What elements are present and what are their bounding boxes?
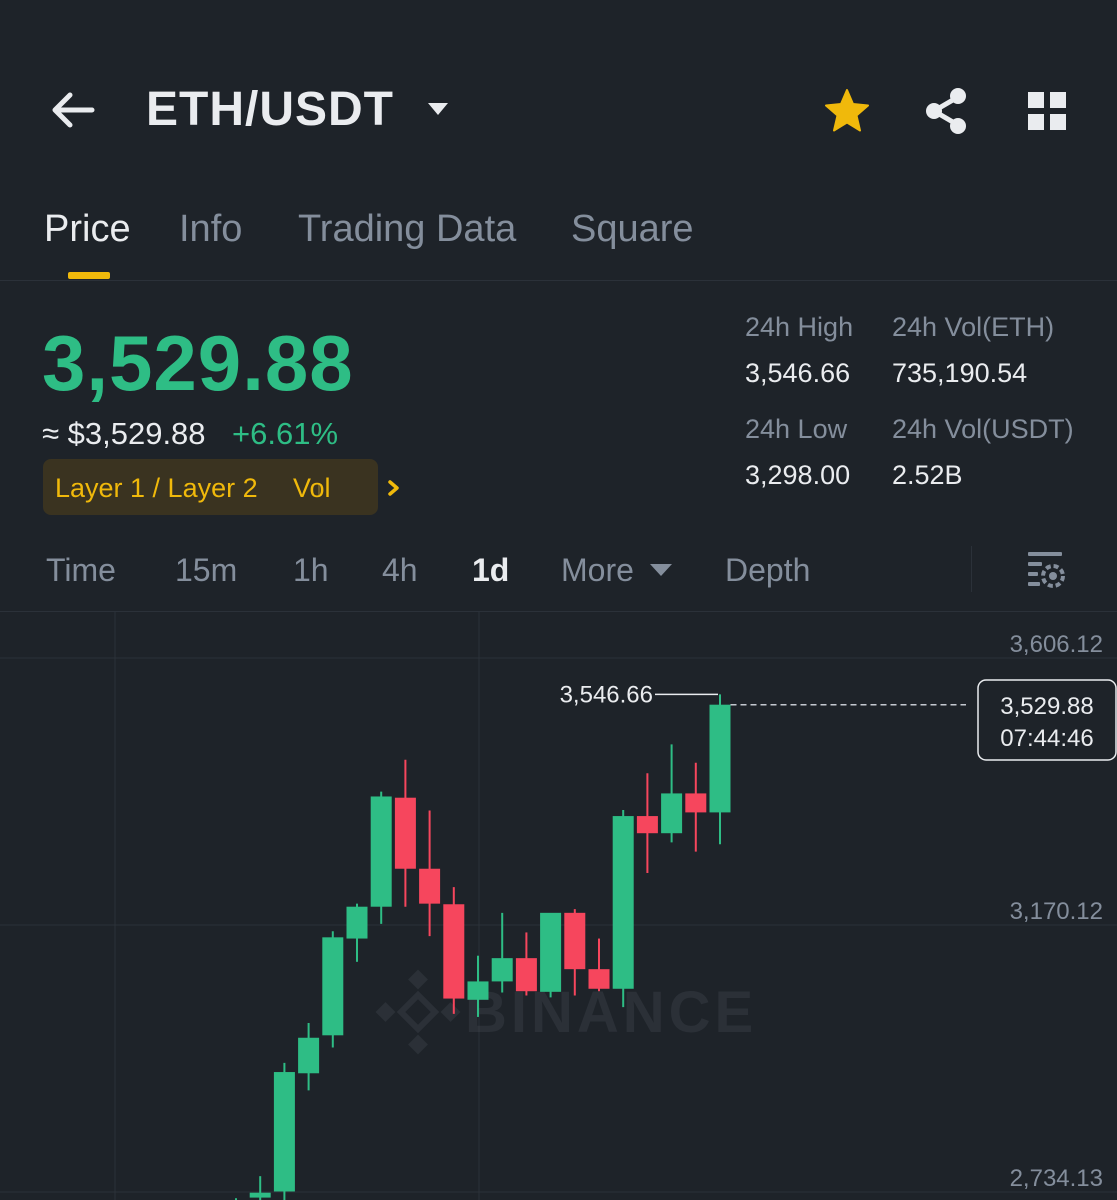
candle	[443, 887, 465, 1014]
last-price-box[interactable]: 3,529.88 07:44:46	[977, 679, 1117, 761]
candle	[346, 903, 368, 962]
candle-countdown: 07:44:46	[1000, 725, 1093, 752]
candle	[612, 809, 634, 1008]
interval-1h[interactable]: 1h	[293, 550, 329, 590]
more-caret-down-icon[interactable]	[649, 562, 673, 578]
last-price: 3,529.88	[42, 319, 354, 407]
candle-body	[564, 912, 586, 970]
candle-body	[685, 793, 707, 813]
share-icon[interactable]	[922, 86, 970, 136]
interval-more[interactable]: More	[561, 550, 634, 590]
tab-trading-data[interactable]: Trading Data	[298, 206, 516, 252]
tabs-divider	[0, 280, 1117, 281]
stat-24h-low-label: 24h Low	[745, 414, 848, 444]
candle-body	[467, 981, 489, 1000]
chart-settings-icon[interactable]	[1024, 549, 1068, 589]
candle-body	[346, 906, 368, 939]
candle-body	[709, 704, 731, 813]
interval-bar-separator	[971, 546, 972, 592]
stat-24h-vol-usdt-value: 2.52B	[892, 460, 963, 490]
candle	[419, 810, 441, 937]
candle	[636, 773, 658, 874]
candle	[273, 1062, 295, 1200]
candle	[394, 759, 416, 907]
candle-body	[612, 816, 634, 989]
candle	[298, 1023, 320, 1091]
candle	[515, 932, 537, 996]
active-tab-indicator	[68, 272, 110, 279]
y-axis-tick-label: 3,170.12	[1010, 898, 1103, 925]
candle-body	[322, 937, 344, 1036]
category-tag[interactable]: Layer 1 / Layer 2 Vol	[43, 459, 399, 515]
candle-body	[370, 796, 392, 907]
candle	[249, 1176, 271, 1200]
candle-body	[636, 816, 658, 834]
tab-info[interactable]: Info	[179, 206, 242, 252]
candle-body	[419, 868, 441, 904]
tab-price[interactable]: Price	[44, 206, 131, 252]
interval-15m[interactable]: 15m	[175, 550, 237, 590]
candle-body	[249, 1192, 271, 1198]
candlestick-chart[interactable]: 3,606.12 3,170.12 2,734.13 BINANCE 3,546.6…	[0, 612, 1117, 1200]
pair-title[interactable]: ETH/USDT	[146, 82, 394, 138]
candle-body	[273, 1072, 295, 1192]
candle-body	[491, 958, 513, 982]
stat-24h-low-value: 3,298.00	[745, 460, 851, 490]
interval-4h[interactable]: 4h	[382, 550, 418, 590]
stat-24h-vol-eth-value: 735,190.54	[892, 358, 1028, 388]
candle	[540, 912, 562, 998]
chevron-right-icon	[386, 479, 402, 497]
candle-body	[661, 793, 683, 834]
tag-vol-label: Vol	[293, 473, 331, 503]
candle-body	[443, 904, 465, 999]
candle-body	[394, 797, 416, 869]
candle-body	[515, 958, 537, 992]
candle	[709, 694, 731, 845]
candle	[685, 762, 707, 852]
tab-square[interactable]: Square	[571, 206, 694, 252]
candle-body	[540, 912, 562, 992]
high-marker-label: 3,546.66	[560, 681, 653, 708]
approx-usd-price: ≈ $3,529.88	[42, 416, 206, 451]
interval-1d[interactable]: 1d	[472, 550, 509, 590]
stat-24h-high-label: 24h High	[745, 312, 854, 342]
grid-menu-icon[interactable]	[1026, 90, 1068, 132]
chart-watermark: BINANCE	[465, 980, 757, 1045]
back-arrow-icon[interactable]	[48, 86, 96, 134]
interval-depth[interactable]: Depth	[725, 550, 810, 590]
candle-body	[588, 969, 610, 989]
candle	[661, 744, 683, 843]
stat-24h-vol-eth-label: 24h Vol(ETH)	[892, 312, 1055, 342]
interval-time[interactable]: Time	[46, 550, 116, 590]
stat-24h-vol-usdt-label: 24h Vol(USDT)	[892, 414, 1074, 444]
candle	[588, 938, 610, 992]
price-change-percent: +6.61%	[232, 416, 339, 451]
y-axis-tick-label: 3,606.12	[1010, 631, 1103, 658]
candle-body	[298, 1037, 320, 1074]
last-price-label: 3,529.88	[1000, 693, 1093, 720]
stat-24h-high-value: 3,546.66	[745, 358, 851, 388]
favorite-star-icon[interactable]	[822, 86, 872, 136]
candle	[322, 931, 344, 1048]
y-axis-tick-label: 2,734.13	[1010, 1165, 1103, 1192]
pair-selector-caret-icon[interactable]	[426, 100, 450, 118]
tag-category-label: Layer 1 / Layer 2	[55, 473, 258, 503]
candle	[370, 791, 392, 924]
chart-canvas: 3,606.12 3,170.12 2,734.13 BINANCE 3,546.6…	[0, 612, 1117, 1200]
